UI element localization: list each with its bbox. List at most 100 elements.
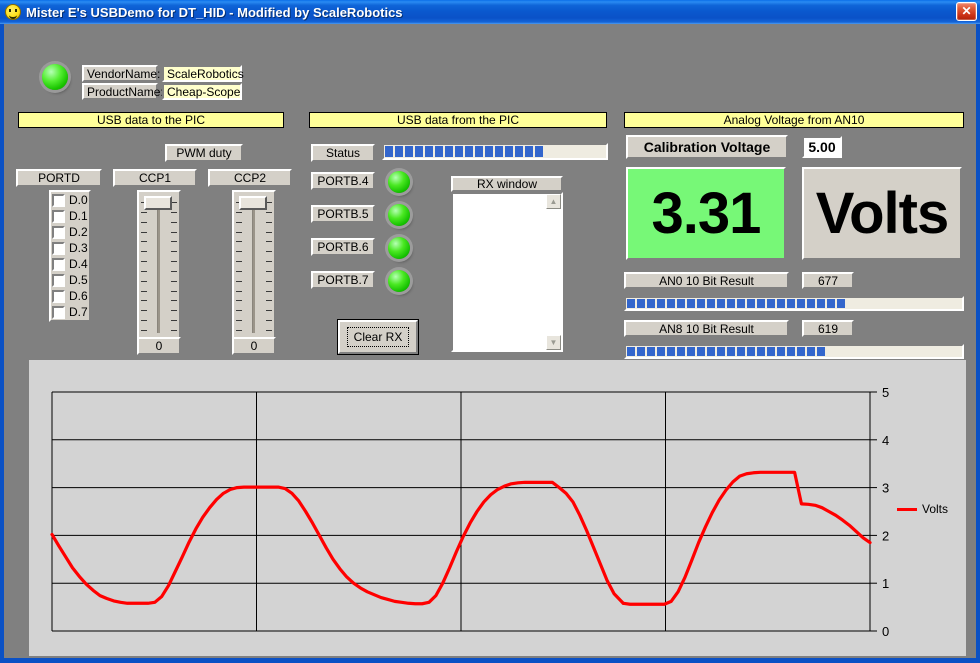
ccp2-value: 0 — [232, 337, 276, 355]
progress-segment — [807, 347, 815, 356]
progress-segment — [667, 347, 675, 356]
progress-segment — [647, 347, 655, 356]
progress-segment — [627, 299, 635, 308]
progress-segment — [535, 146, 543, 157]
progress-segment — [657, 299, 665, 308]
portb-label-portb-5: PORTB.5 — [311, 205, 375, 223]
portd-checkbox-label: D.2 — [69, 225, 88, 239]
product-name-label: ProductName: — [82, 83, 158, 100]
ccp1-slider-ticks — [141, 202, 177, 332]
vendor-name-value[interactable]: ScaleRobotics — [162, 65, 242, 82]
progress-segment — [385, 146, 393, 157]
client-area: VendorName: ProductName: ScaleRobotics C… — [4, 24, 976, 658]
checkbox-icon[interactable] — [52, 194, 65, 207]
portd-checkbox-d-5[interactable]: D.5 — [52, 273, 88, 287]
progress-segment — [787, 347, 795, 356]
ccp2-slider-thumb[interactable] — [239, 196, 267, 210]
close-button[interactable]: ✕ — [956, 2, 977, 21]
chart-series-line — [623, 472, 870, 604]
portb-led-portb-4-icon — [388, 171, 410, 193]
portd-checkbox-d-2[interactable]: D.2 — [52, 225, 88, 239]
calibration-voltage-input[interactable]: 5.00 — [802, 136, 842, 158]
chart-y-tick-label: 1 — [882, 576, 889, 591]
checkbox-icon[interactable] — [52, 306, 65, 319]
legend-label: Volts — [922, 502, 948, 516]
clear-rx-button[interactable]: Clear RX — [338, 320, 418, 354]
oscilloscope-chart-panel: 012345 — [29, 360, 966, 656]
checkbox-icon[interactable] — [52, 258, 65, 271]
an8-result-label: AN8 10 Bit Result — [624, 320, 789, 337]
progress-segment — [747, 347, 755, 356]
portb-led-portb-5-icon — [388, 204, 410, 226]
portb-label-portb-7: PORTB.7 — [311, 271, 375, 289]
portb-led-portb-6-icon — [388, 237, 410, 259]
rx-window-textarea[interactable]: ▲ ▼ — [451, 192, 563, 352]
portd-checkbox-label: D.4 — [69, 257, 88, 271]
progress-segment — [465, 146, 473, 157]
chart-y-tick-label: 3 — [882, 481, 889, 496]
progress-segment — [737, 347, 745, 356]
portd-checkbox-d-7[interactable]: D.7 — [52, 305, 88, 319]
portd-checkbox-label: D.1 — [69, 209, 88, 223]
an0-result-label: AN0 10 Bit Result — [624, 272, 789, 289]
progress-segment — [767, 299, 775, 308]
portd-checkbox-label: D.6 — [69, 289, 88, 303]
chevron-down-icon[interactable]: ▼ — [546, 335, 561, 350]
progress-segment — [515, 146, 523, 157]
checkbox-icon[interactable] — [52, 210, 65, 223]
progress-segment — [757, 347, 765, 356]
rx-window-scrollbar[interactable]: ▲ ▼ — [546, 194, 561, 350]
portd-label: PORTD — [16, 169, 102, 187]
progress-segment — [697, 299, 705, 308]
chart-legend: Volts — [897, 502, 948, 516]
product-name-value[interactable]: Cheap-Scope — [162, 83, 242, 100]
progress-segment — [767, 347, 775, 356]
rx-window-title: RX window — [451, 176, 563, 192]
chevron-up-icon[interactable]: ▲ — [546, 194, 561, 209]
portd-checkbox-d-6[interactable]: D.6 — [52, 289, 88, 303]
chart-series-line — [52, 482, 623, 603]
checkbox-icon[interactable] — [52, 274, 65, 287]
progress-segment — [837, 299, 845, 308]
progress-segment — [757, 299, 765, 308]
progress-segment — [797, 299, 805, 308]
progress-segment — [637, 347, 645, 356]
progress-segment — [455, 146, 463, 157]
progress-segment — [637, 299, 645, 308]
connection-led-icon — [42, 64, 68, 90]
progress-segment — [505, 146, 513, 157]
portd-checkbox-d-4[interactable]: D.4 — [52, 257, 88, 271]
portd-checkbox-label: D.0 — [69, 193, 88, 207]
panel-header-analog: Analog Voltage from AN10 — [624, 112, 964, 128]
progress-segment — [707, 299, 715, 308]
ccp1-slider-thumb[interactable] — [144, 196, 172, 210]
progress-segment — [677, 347, 685, 356]
panel-header-usb-to-pic: USB data to the PIC — [18, 112, 284, 128]
progress-segment — [667, 299, 675, 308]
portb-label-portb-6: PORTB.6 — [311, 238, 375, 256]
progress-segment — [687, 347, 695, 356]
progress-segment — [717, 347, 725, 356]
progress-segment — [415, 146, 423, 157]
pwm-duty-label: PWM duty — [165, 144, 243, 162]
title-bar[interactable]: Mister E's USBDemo for DT_HID - Modified… — [0, 0, 980, 24]
checkbox-icon[interactable] — [52, 290, 65, 303]
portd-checkbox-d-1[interactable]: D.1 — [52, 209, 88, 223]
progress-segment — [707, 347, 715, 356]
window-border-bottom — [0, 658, 980, 663]
progress-segment — [687, 299, 695, 308]
progress-segment — [797, 347, 805, 356]
chart-y-tick-label: 2 — [882, 528, 889, 543]
checkbox-icon[interactable] — [52, 242, 65, 255]
portd-checkbox-d-0[interactable]: D.0 — [52, 193, 88, 207]
an0-result-value: 677 — [802, 272, 854, 289]
portd-checkbox-label: D.5 — [69, 273, 88, 287]
progress-segment — [817, 299, 825, 308]
chart-svg: 012345 — [29, 360, 966, 656]
progress-segment — [475, 146, 483, 157]
portd-checkbox-label: D.3 — [69, 241, 88, 255]
checkbox-icon[interactable] — [52, 226, 65, 239]
portd-checkbox-label: D.7 — [69, 305, 88, 319]
portd-checkbox-d-3[interactable]: D.3 — [52, 241, 88, 255]
voltage-units-label: Volts — [802, 167, 962, 260]
